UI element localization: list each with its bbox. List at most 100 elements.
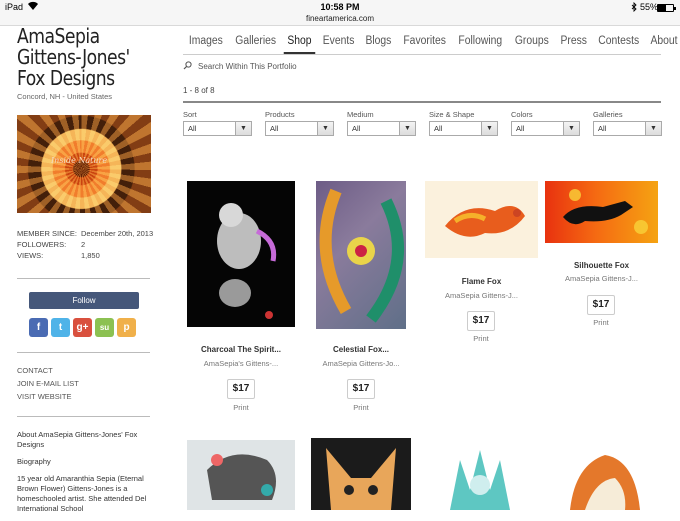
product-image[interactable] (316, 181, 406, 329)
pinterest-icon[interactable]: p (117, 318, 136, 337)
product-image[interactable] (311, 438, 411, 510)
contact-link[interactable]: CONTACT (17, 366, 79, 379)
nav-press[interactable]: Press (556, 29, 590, 54)
product-image[interactable] (425, 181, 538, 258)
product-artist[interactable]: AmaSepia Gittens-Jo... (306, 359, 416, 368)
divider (17, 352, 150, 353)
medium-select[interactable]: All ▼ (347, 121, 416, 136)
product-artist[interactable]: AmaSepia Gittens-J... (545, 274, 658, 283)
twitter-icon[interactable]: t (51, 318, 70, 337)
nav-images[interactable]: Images (185, 29, 226, 54)
stat-row: FOLLOWERS: 2 (17, 240, 153, 251)
social-share-bar: f t g+ su p (29, 318, 136, 337)
filter-galleries: Galleries All ▼ (593, 110, 662, 136)
profile-image-caption: Inside Nature (51, 156, 108, 165)
nav-shop[interactable]: Shop (283, 29, 316, 54)
filter-sort: Sort All ▼ (183, 110, 252, 136)
chevron-down-icon: ▼ (645, 122, 661, 135)
nav-following[interactable]: Following (455, 29, 506, 54)
join-email-list-link[interactable]: JOIN E-MAIL LIST (17, 379, 79, 392)
member-stats: MEMBER SINCE: December 20th, 2013 FOLLOW… (17, 229, 153, 262)
product-title[interactable]: Silhouette Fox (545, 261, 658, 270)
product-price[interactable]: $17 (227, 379, 255, 399)
product-price[interactable]: $17 (347, 379, 375, 399)
product-price[interactable]: $17 (587, 295, 615, 315)
clock: 10:58 PM (320, 2, 360, 12)
results-count: 1 - 8 of 8 (183, 86, 215, 95)
product-title[interactable]: Celestial Fox... (306, 345, 416, 354)
filter-label: Medium (347, 110, 374, 119)
facebook-icon[interactable]: f (29, 318, 48, 337)
product-title[interactable]: Charcoal The Spirit... (187, 345, 295, 354)
biography-text: 15 year old Amaranthia Sepia (Eternal Br… (17, 474, 147, 513)
filter-colors: Colors All ▼ (511, 110, 580, 136)
about-title: About AmaSepia Gittens-Jones' Fox Design… (17, 430, 138, 449)
product-image[interactable] (187, 181, 295, 327)
filter-label: Products (265, 110, 295, 119)
portfolio-search[interactable]: Search Within This Portfolio (183, 61, 297, 72)
divider (17, 278, 150, 279)
filter-size-shape: Size & Shape All ▼ (429, 110, 498, 136)
battery-icon (657, 4, 676, 12)
sort-select[interactable]: All ▼ (183, 121, 252, 136)
stat-value: 1,850 (81, 251, 100, 260)
filter-label: Size & Shape (429, 110, 475, 119)
product-artist[interactable]: AmaSepia Gittens-J... (425, 291, 538, 300)
chevron-down-icon: ▼ (481, 122, 497, 135)
product-type: Print (353, 403, 369, 412)
artist-name: AmaSepia Gittens-Jones' Fox Designs (17, 24, 130, 90)
filter-label: Sort (183, 110, 197, 119)
about-section: About AmaSepia Gittens-Jones' Fox Design… (17, 430, 152, 521)
search-icon (183, 61, 192, 72)
product-image[interactable] (545, 440, 658, 510)
follow-button[interactable]: Follow (29, 292, 139, 309)
divider (17, 416, 150, 417)
stumbleupon-icon[interactable]: su (95, 318, 114, 337)
nav-galleries[interactable]: Galleries (231, 29, 279, 54)
product-type: Print (593, 318, 609, 327)
artist-location: Concord, NH - United States (17, 92, 113, 101)
stat-row: VIEWS: 1,850 (17, 251, 153, 262)
product-image[interactable] (430, 440, 530, 510)
visit-website-link[interactable]: VISIT WEBSITE (17, 392, 79, 405)
portfolio-nav: Images Galleries Shop Events Blogs Favor… (183, 29, 678, 55)
profile-image[interactable]: Inside Nature (17, 115, 151, 213)
nav-events[interactable]: Events (319, 29, 358, 54)
google-plus-icon[interactable]: g+ (73, 318, 92, 337)
filter-medium: Medium All ▼ (347, 110, 416, 136)
product-image[interactable] (545, 181, 658, 243)
filter-label: Galleries (593, 110, 623, 119)
status-bar: iPad 10:58 PM fineartamerica.com 55% (0, 0, 680, 26)
stat-label: MEMBER SINCE: (17, 229, 78, 238)
product-type: Print (233, 403, 249, 412)
chevron-down-icon: ▼ (317, 122, 333, 135)
product-image[interactable] (187, 440, 295, 510)
bluetooth-icon (631, 1, 637, 14)
address-bar-url[interactable]: fineartamerica.com (0, 14, 680, 23)
colors-select[interactable]: All ▼ (511, 121, 580, 136)
nav-groups[interactable]: Groups (511, 29, 552, 54)
stat-value: December 20th, 2013 (81, 229, 154, 238)
divider (183, 101, 661, 103)
biography-heading: Biography (17, 457, 51, 466)
nav-about[interactable]: About (647, 29, 680, 54)
products-select[interactable]: All ▼ (265, 121, 334, 136)
product-title[interactable]: Flame Fox (425, 277, 538, 286)
search-input[interactable]: Search Within This Portfolio (198, 62, 297, 71)
stat-row: MEMBER SINCE: December 20th, 2013 (17, 229, 153, 240)
size-shape-select[interactable]: All ▼ (429, 121, 498, 136)
nav-favorites[interactable]: Favorites (400, 29, 450, 54)
chevron-down-icon: ▼ (235, 122, 251, 135)
product-price[interactable]: $17 (467, 311, 495, 331)
artist-links: CONTACT JOIN E-MAIL LIST VISIT WEBSITE (17, 366, 79, 405)
stat-value: 2 (81, 240, 86, 249)
nav-contests[interactable]: Contests (595, 29, 643, 54)
nav-blogs[interactable]: Blogs (362, 29, 395, 54)
filter-products: Products All ▼ (265, 110, 334, 136)
filter-bar: Sort All ▼ Products All ▼ Medium All ▼ Size… (183, 110, 662, 136)
filter-label: Colors (511, 110, 533, 119)
stat-label: VIEWS: (17, 251, 44, 260)
galleries-select[interactable]: All ▼ (593, 121, 662, 136)
product-artist[interactable]: AmaSepia's Gittens-... (187, 359, 295, 368)
chevron-down-icon: ▼ (563, 122, 579, 135)
